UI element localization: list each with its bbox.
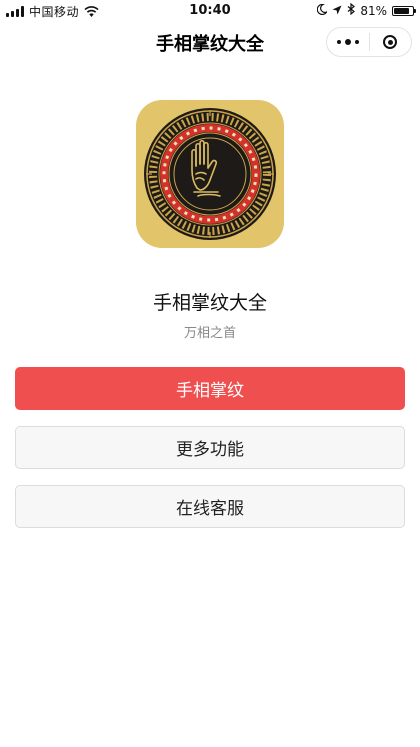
moon-icon bbox=[317, 3, 329, 18]
status-bar: 中国移动 10:40 81% bbox=[0, 0, 420, 22]
more-features-button[interactable]: 更多功能 bbox=[15, 426, 405, 469]
bluetooth-icon bbox=[347, 2, 356, 18]
customer-service-button[interactable]: 在线客服 bbox=[15, 485, 405, 528]
more-icon[interactable] bbox=[327, 28, 369, 56]
battery-percent: 81% bbox=[360, 3, 387, 18]
close-miniprogram-icon[interactable] bbox=[370, 28, 412, 56]
location-icon bbox=[332, 4, 342, 18]
status-right: 81% bbox=[317, 2, 416, 18]
miniprogram-capsule bbox=[326, 27, 412, 57]
palm-logo-icon bbox=[136, 100, 284, 248]
app-name: 手相掌纹大全 bbox=[152, 292, 267, 314]
nav-bar: 手相掌纹大全 bbox=[0, 22, 420, 64]
palm-reading-button[interactable]: 手相掌纹 bbox=[15, 367, 405, 410]
app-slogan: 万相之首 bbox=[183, 326, 236, 341]
battery-level bbox=[394, 7, 409, 14]
battery-icon bbox=[392, 5, 416, 16]
